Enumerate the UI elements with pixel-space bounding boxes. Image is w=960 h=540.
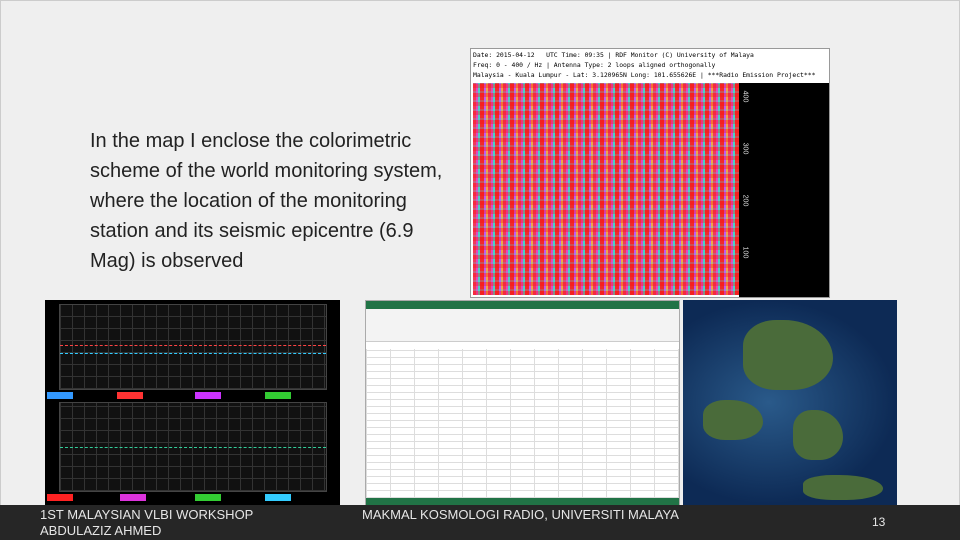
axis-label: 300: [741, 142, 749, 155]
spectrogram-image: Date: 2015-04-12 UTC Time: 09:35 | RDF M…: [470, 48, 830, 298]
header-line: Freq: 0 - 400 / Hz | Antenna Type: 2 loo…: [473, 61, 716, 69]
landmass: [743, 320, 833, 390]
legend-tag: [47, 494, 73, 501]
spectrogram-heatmap: [473, 83, 739, 295]
slide-body-text: In the map I enclose the colorimetric sc…: [90, 130, 443, 272]
signal-line: [60, 353, 326, 354]
landmass: [703, 400, 763, 440]
legend-tag: [47, 392, 73, 399]
legend-tag: [265, 494, 291, 501]
landmass: [793, 410, 843, 460]
spreadsheet-ribbon: [366, 309, 679, 342]
legend-tag: [117, 392, 143, 399]
world-map-image: [683, 300, 897, 505]
threshold-line: [60, 345, 326, 346]
footer-author: ABDULAZIZ AHMED: [40, 523, 162, 538]
spreadsheet-grid: [366, 349, 679, 498]
spreadsheet-image: [365, 300, 680, 507]
footer-left: 1ST MALAYSIAN VLBI WORKSHOP ABDULAZIZ AH…: [40, 507, 253, 539]
signal-line: [60, 447, 326, 448]
page-number: 13: [872, 515, 886, 529]
header-line: Malaysia - Kuala Lumpur - Lat: 3.120965N…: [473, 71, 816, 79]
spectrogram-level-plot: 400 300 200 100: [739, 83, 829, 297]
signal-chart-image: [45, 300, 340, 505]
spreadsheet-titlebar: [366, 301, 679, 309]
signal-plot-bottom: [59, 402, 327, 492]
legend-tag: [195, 392, 221, 399]
footer-lab: MAKMAL KOSMOLOGI RADIO, UNIVERSITI MALAY…: [362, 507, 679, 522]
header-line: Date: 2015-04-12 UTC Time: 09:35 | RDF M…: [473, 51, 754, 59]
spectrogram-header: Date: 2015-04-12 UTC Time: 09:35 | RDF M…: [473, 50, 815, 80]
legend-tag: [120, 494, 146, 501]
axis-label: 200: [741, 194, 749, 207]
legend-tag: [195, 494, 221, 501]
landmass: [803, 475, 883, 500]
axis-label: 100: [741, 246, 749, 259]
axis-label: 400: [741, 90, 749, 103]
legend-tag: [265, 392, 291, 399]
footer-workshop: 1ST MALAYSIAN VLBI WORKSHOP: [40, 507, 254, 522]
signal-plot-top: [59, 304, 327, 390]
slide-footer: 1ST MALAYSIAN VLBI WORKSHOP ABDULAZIZ AH…: [0, 505, 960, 540]
